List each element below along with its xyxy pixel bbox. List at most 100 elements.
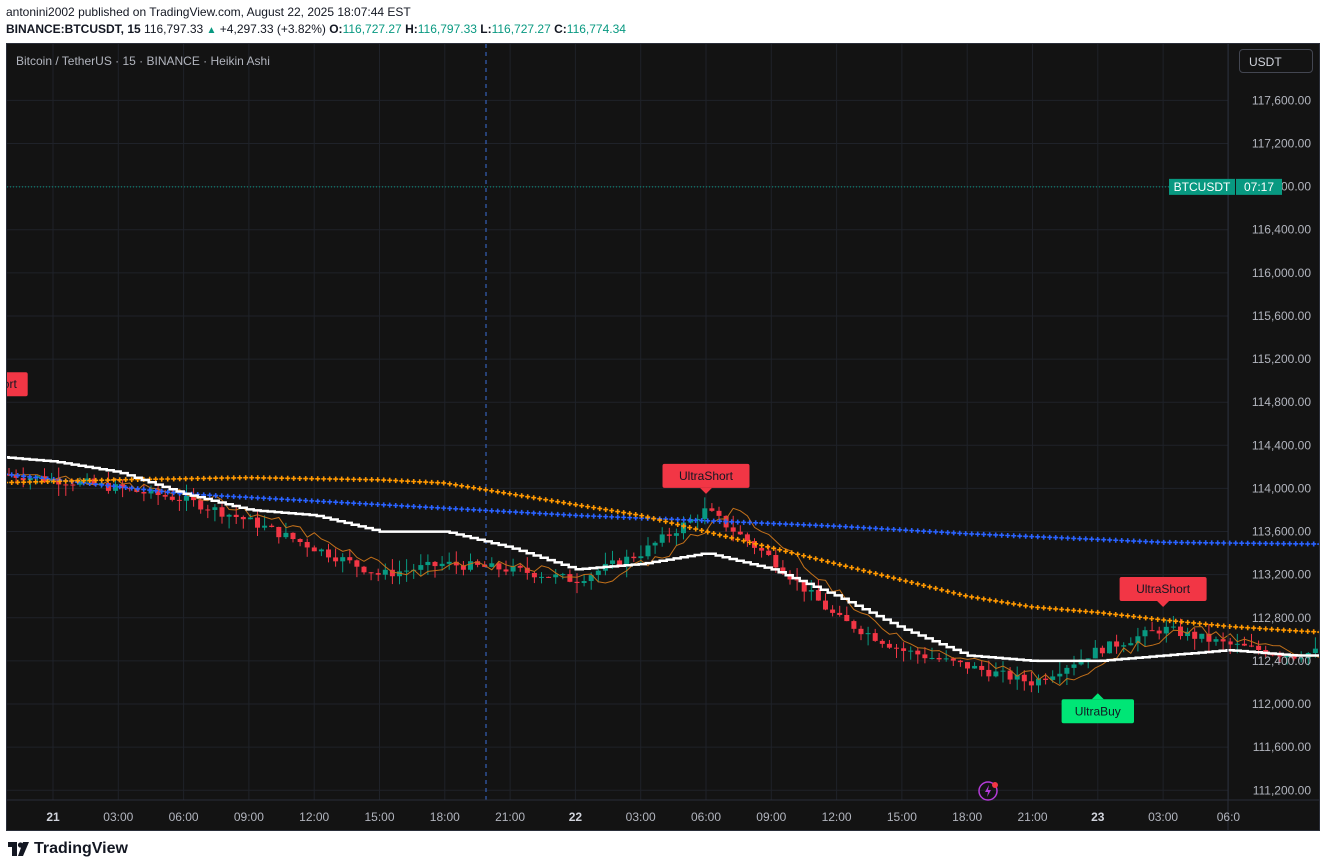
- y-tick-label: 115,600.00: [1252, 309, 1311, 323]
- ma-marker: [1263, 540, 1269, 546]
- candle-body: [1107, 641, 1112, 654]
- ma-marker: [933, 529, 939, 535]
- ma-marker: [387, 502, 393, 508]
- candle-body: [262, 525, 268, 528]
- candle-body: [815, 590, 821, 601]
- ma-marker: [675, 522, 681, 528]
- ma-marker: [267, 496, 273, 502]
- ma-marker: [1137, 538, 1143, 544]
- candle-body: [468, 561, 473, 570]
- ma-marker: [1047, 534, 1053, 540]
- ma-marker: [429, 479, 435, 485]
- ma-marker: [219, 493, 225, 499]
- ma-marker: [1317, 541, 1319, 547]
- ma-marker: [369, 501, 375, 507]
- ma-marker: [1083, 536, 1089, 542]
- ma-marker: [855, 524, 861, 530]
- y-tick-label: 111,600.00: [1253, 740, 1312, 754]
- ma-marker: [399, 503, 405, 509]
- ma-marker: [1293, 541, 1299, 547]
- ma-marker: [1053, 535, 1059, 541]
- ma-marker: [735, 536, 741, 542]
- ma-marker: [63, 478, 69, 484]
- ma-marker: [435, 505, 441, 511]
- candle-body: [446, 561, 452, 564]
- ma-marker: [957, 591, 963, 597]
- ma-marker: [363, 477, 369, 483]
- ma-marker: [207, 475, 213, 481]
- ma-marker: [1233, 540, 1239, 546]
- candle-body: [936, 657, 942, 660]
- ma-marker: [1203, 540, 1209, 546]
- ma-marker: [1059, 535, 1065, 541]
- ma-marker: [411, 503, 417, 509]
- ma-marker: [1011, 533, 1017, 539]
- ma-marker: [393, 478, 399, 484]
- last-price: 116,797.33: [144, 22, 204, 36]
- chart-canvas[interactable]: ShortUltraShortUltraShortUltraBuyUltraSh…: [7, 44, 1320, 831]
- candle-body: [439, 563, 445, 567]
- candle-body: [1220, 639, 1226, 642]
- chart-panel[interactable]: ShortUltraShortUltraShortUltraBuyUltraSh…: [6, 43, 1320, 831]
- ma-marker: [1203, 621, 1209, 627]
- high-value: 116,797.33: [417, 22, 477, 36]
- ma-marker: [1071, 607, 1077, 613]
- signal-label: Short: [7, 377, 17, 391]
- ma-marker: [1035, 534, 1041, 540]
- ma-marker: [921, 582, 927, 588]
- x-tick-label: 22: [569, 810, 583, 824]
- candle-body: [496, 563, 502, 570]
- x-tick-label: 03:00: [626, 810, 656, 824]
- currency-selector[interactable]: USDT: [1239, 49, 1313, 73]
- ma-marker: [783, 521, 789, 527]
- ma-marker: [603, 514, 609, 520]
- ma-marker: [969, 531, 975, 537]
- ma-marker: [219, 475, 225, 481]
- ma-marker: [1173, 539, 1179, 545]
- ma-marker: [7, 473, 9, 476]
- candle-body: [311, 547, 317, 552]
- ma-marker: [807, 554, 813, 560]
- ma-marker: [381, 502, 387, 508]
- ma-marker: [501, 508, 507, 514]
- candle-body: [950, 658, 956, 661]
- ma-marker: [285, 497, 291, 503]
- ma-marker: [795, 522, 801, 528]
- ma-marker: [813, 556, 819, 562]
- ma-marker: [555, 499, 561, 505]
- ma-marker: [1173, 618, 1179, 624]
- ma-marker: [1287, 541, 1293, 547]
- ma-marker: [771, 521, 777, 527]
- ma-marker: [1167, 539, 1173, 545]
- ma-marker: [429, 504, 435, 510]
- ma-marker: [1143, 539, 1149, 545]
- ma-marker: [831, 523, 837, 529]
- ma-marker: [633, 512, 639, 518]
- ma-marker: [1281, 627, 1287, 633]
- ma-marker: [675, 517, 681, 523]
- ma-marker: [1275, 627, 1281, 633]
- ma-marker: [807, 522, 813, 528]
- ma-marker: [597, 506, 603, 512]
- ma-marker: [861, 568, 867, 574]
- lightning-icon[interactable]: [978, 781, 998, 801]
- ma-marker: [825, 523, 831, 529]
- candle-body: [673, 533, 679, 536]
- ma-marker: [1065, 535, 1071, 541]
- signal-pointer: [700, 487, 712, 494]
- ma-marker: [609, 508, 615, 514]
- ma-marker: [1137, 614, 1143, 620]
- ma-marker: [237, 494, 243, 500]
- ma-marker: [1299, 541, 1305, 547]
- ma-marker: [579, 503, 585, 509]
- candle-body: [645, 545, 651, 557]
- candle-body: [965, 662, 970, 669]
- candle-body: [169, 496, 175, 500]
- ma-marker: [1311, 629, 1317, 635]
- y-tick-label: 114,800.00: [1252, 395, 1311, 409]
- ma-marker: [945, 530, 951, 536]
- ma-marker: [921, 528, 927, 534]
- candle-body: [375, 573, 381, 575]
- ma-marker: [819, 523, 825, 529]
- candle-body: [915, 650, 921, 655]
